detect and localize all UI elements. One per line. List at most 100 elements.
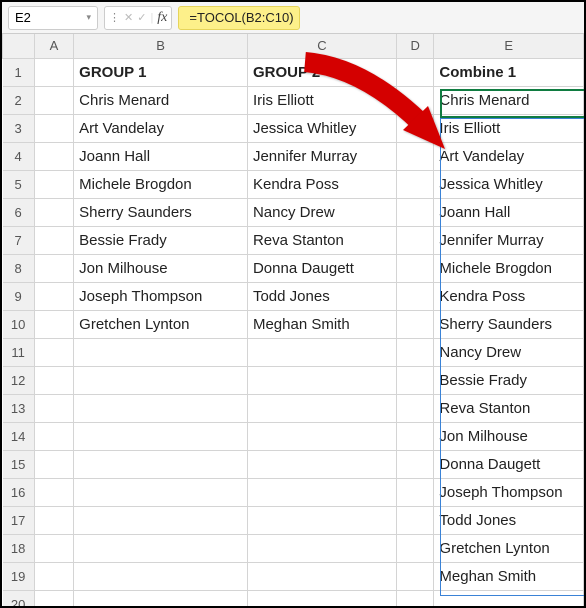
col-header-B[interactable]: B [74, 34, 248, 58]
cell-E12[interactable]: Bessie Frady [434, 366, 584, 394]
cell-C9[interactable]: Todd Jones [247, 282, 396, 310]
cell-A18[interactable] [34, 534, 73, 562]
cell-D19[interactable] [396, 562, 433, 590]
cell-C12[interactable] [247, 366, 396, 394]
cell-E13[interactable]: Reva Stanton [434, 394, 584, 422]
cell-C7[interactable]: Reva Stanton [247, 226, 396, 254]
row-header-5[interactable]: 5 [3, 170, 35, 198]
cell-D12[interactable] [396, 366, 433, 394]
col-header-E[interactable]: E [434, 34, 584, 58]
cell-A2[interactable] [34, 86, 73, 114]
cancel-icon[interactable]: ✕ [124, 11, 133, 24]
name-box[interactable]: E2 ▾ [8, 6, 98, 30]
cell-C13[interactable] [247, 394, 396, 422]
select-all-corner[interactable] [3, 34, 35, 58]
cell-A8[interactable] [34, 254, 73, 282]
row-header-4[interactable]: 4 [3, 142, 35, 170]
row-header-16[interactable]: 16 [3, 478, 35, 506]
cell-A13[interactable] [34, 394, 73, 422]
cell-C3[interactable]: Jessica Whitley [247, 114, 396, 142]
cell-B6[interactable]: Sherry Saunders [74, 198, 248, 226]
cell-B4[interactable]: Joann Hall [74, 142, 248, 170]
cell-C6[interactable]: Nancy Drew [247, 198, 396, 226]
cell-C10[interactable]: Meghan Smith [247, 310, 396, 338]
cell-B20[interactable] [74, 590, 248, 606]
cell-C17[interactable] [247, 506, 396, 534]
cell-C5[interactable]: Kendra Poss [247, 170, 396, 198]
cell-D11[interactable] [396, 338, 433, 366]
cell-A10[interactable] [34, 310, 73, 338]
cell-E19[interactable]: Meghan Smith [434, 562, 584, 590]
cell-C15[interactable] [247, 450, 396, 478]
chevron-down-icon[interactable]: ▾ [86, 12, 91, 23]
cell-E6[interactable]: Joann Hall [434, 198, 584, 226]
cell-D3[interactable] [396, 114, 433, 142]
cell-B11[interactable] [74, 338, 248, 366]
row-header-18[interactable]: 18 [3, 534, 35, 562]
cell-E16[interactable]: Joseph Thompson [434, 478, 584, 506]
cell-A20[interactable] [34, 590, 73, 606]
cell-E5[interactable]: Jessica Whitley [434, 170, 584, 198]
cell-E4[interactable]: Art Vandelay [434, 142, 584, 170]
cell-A4[interactable] [34, 142, 73, 170]
col-header-D[interactable]: D [396, 34, 433, 58]
cell-E20[interactable] [434, 590, 584, 606]
cell-E11[interactable]: Nancy Drew [434, 338, 584, 366]
cell-A15[interactable] [34, 450, 73, 478]
cell-C19[interactable] [247, 562, 396, 590]
cell-C8[interactable]: Donna Daugett [247, 254, 396, 282]
cell-A3[interactable] [34, 114, 73, 142]
cell-B18[interactable] [74, 534, 248, 562]
cell-B7[interactable]: Bessie Frady [74, 226, 248, 254]
cell-A11[interactable] [34, 338, 73, 366]
row-header-15[interactable]: 15 [3, 450, 35, 478]
row-header-17[interactable]: 17 [3, 506, 35, 534]
cell-C4[interactable]: Jennifer Murray [247, 142, 396, 170]
row-header-10[interactable]: 10 [3, 310, 35, 338]
cell-D5[interactable] [396, 170, 433, 198]
row-header-6[interactable]: 6 [3, 198, 35, 226]
cell-B13[interactable] [74, 394, 248, 422]
cell-A12[interactable] [34, 366, 73, 394]
spreadsheet-grid[interactable]: A B C D E 1GROUP 1GROUP 2Combine 12Chris… [2, 34, 584, 606]
cell-A1[interactable] [34, 58, 73, 86]
cell-E15[interactable]: Donna Daugett [434, 450, 584, 478]
cell-B16[interactable] [74, 478, 248, 506]
cell-B9[interactable]: Joseph Thompson [74, 282, 248, 310]
cell-E7[interactable]: Jennifer Murray [434, 226, 584, 254]
cell-E18[interactable]: Gretchen Lynton [434, 534, 584, 562]
row-header-2[interactable]: 2 [3, 86, 35, 114]
row-header-8[interactable]: 8 [3, 254, 35, 282]
cell-C18[interactable] [247, 534, 396, 562]
cell-B5[interactable]: Michele Brogdon [74, 170, 248, 198]
cell-B10[interactable]: Gretchen Lynton [74, 310, 248, 338]
row-header-3[interactable]: 3 [3, 114, 35, 142]
row-header-20[interactable]: 20 [3, 590, 35, 606]
cell-E17[interactable]: Todd Jones [434, 506, 584, 534]
cell-D1[interactable] [396, 58, 433, 86]
cell-C14[interactable] [247, 422, 396, 450]
cell-D8[interactable] [396, 254, 433, 282]
cell-B15[interactable] [74, 450, 248, 478]
cell-C11[interactable] [247, 338, 396, 366]
cell-B3[interactable]: Art Vandelay [74, 114, 248, 142]
cell-D18[interactable] [396, 534, 433, 562]
cell-E1[interactable]: Combine 1 [434, 58, 584, 86]
cell-B2[interactable]: Chris Menard [74, 86, 248, 114]
cell-B19[interactable] [74, 562, 248, 590]
cell-D6[interactable] [396, 198, 433, 226]
cell-C16[interactable] [247, 478, 396, 506]
cell-D14[interactable] [396, 422, 433, 450]
cell-A9[interactable] [34, 282, 73, 310]
cell-E10[interactable]: Sherry Saunders [434, 310, 584, 338]
cell-A5[interactable] [34, 170, 73, 198]
cell-E3[interactable]: Iris Elliott [434, 114, 584, 142]
cell-E2[interactable]: Chris Menard [434, 86, 584, 114]
cell-A17[interactable] [34, 506, 73, 534]
cell-A7[interactable] [34, 226, 73, 254]
cell-B8[interactable]: Jon Milhouse [74, 254, 248, 282]
row-header-9[interactable]: 9 [3, 282, 35, 310]
cell-D10[interactable] [396, 310, 433, 338]
fx-icon[interactable]: fx [157, 10, 167, 26]
cell-B1[interactable]: GROUP 1 [74, 58, 248, 86]
